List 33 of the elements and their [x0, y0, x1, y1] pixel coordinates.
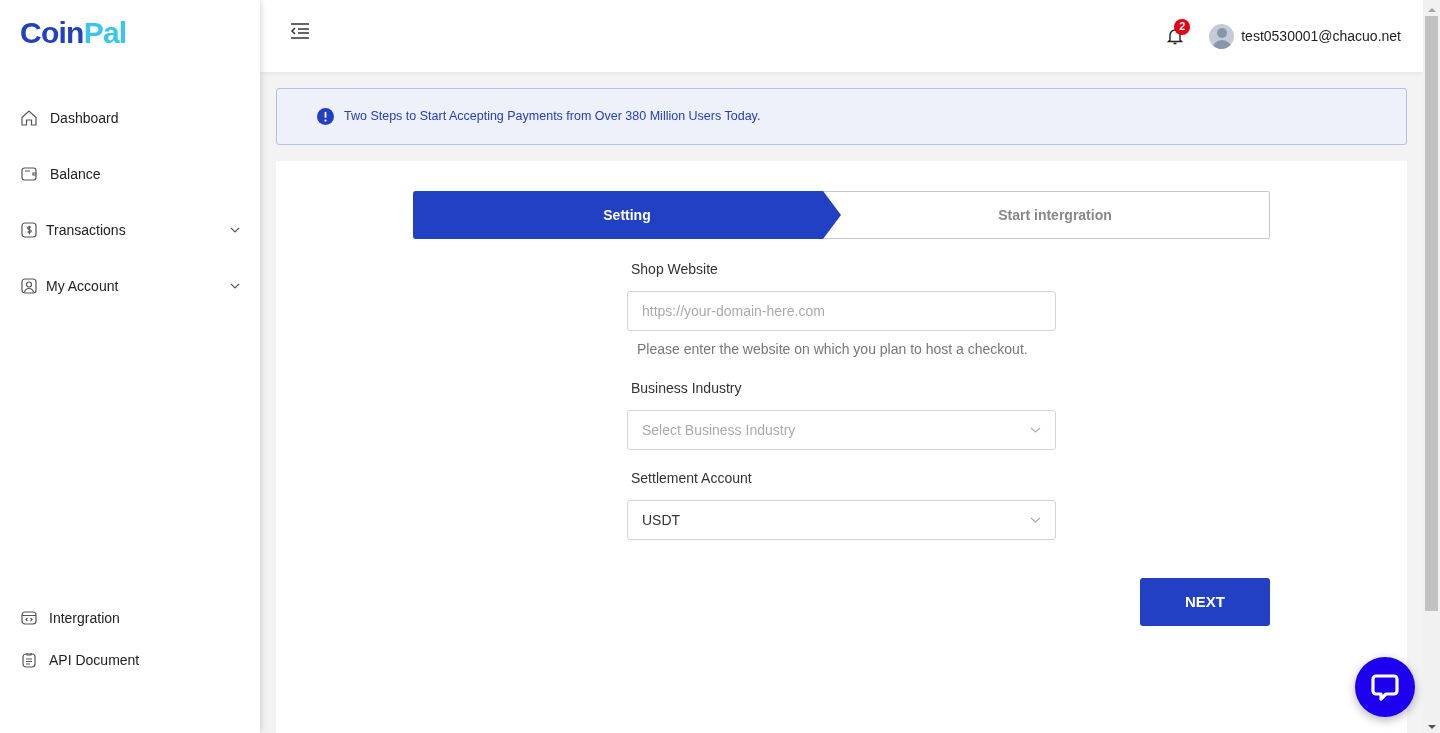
field-label: Settlement Account [631, 469, 753, 488]
info-icon [317, 108, 334, 125]
chevron-icon [230, 227, 240, 233]
code-window-icon [20, 609, 38, 627]
nav-item[interactable]: API Document [0, 639, 260, 681]
nav-item[interactable]: Balance [0, 146, 260, 202]
notification-badge: 2 [1174, 18, 1191, 35]
wallet-icon [20, 165, 38, 183]
dollar-icon [20, 221, 38, 239]
help-text: Please enter the website on which you plan to host a checkout. [637, 340, 1029, 359]
nav-item[interactable]: Intergration [0, 597, 260, 639]
chevron-icon [1030, 427, 1041, 433]
next-button[interactable]: NEXT [1140, 578, 1270, 626]
chevron-icon [230, 283, 240, 289]
home-icon [20, 109, 38, 127]
collapse-menu-icon[interactable] [290, 22, 310, 40]
user-email[interactable]: test0530001@chacuo.net [1241, 25, 1401, 47]
banner-text: Two Steps to Start Accepting Payments from Over 380 Million Users Today. [344, 108, 761, 126]
nav-item[interactable]: My Account [0, 258, 260, 314]
user-icon [20, 277, 38, 295]
nav-item[interactable]: Transactions [0, 202, 260, 258]
field-label: Business Industry [631, 379, 743, 398]
step-tab[interactable]: Start intergration [841, 191, 1269, 239]
clipboard-icon [20, 651, 38, 669]
website-field[interactable]: https://your-domain-here.com [627, 291, 1056, 331]
step-tab[interactable]: Setting [413, 191, 841, 239]
chat-bubble-icon [1370, 672, 1400, 702]
select-field[interactable]: USDT [627, 500, 1056, 540]
logo[interactable]: CoinPal [20, 18, 127, 48]
field-label: Shop Website [631, 260, 719, 279]
nav-item[interactable]: Dashboard [0, 90, 260, 146]
avatar-icon[interactable] [1209, 23, 1235, 49]
chevron-icon [1030, 517, 1041, 523]
